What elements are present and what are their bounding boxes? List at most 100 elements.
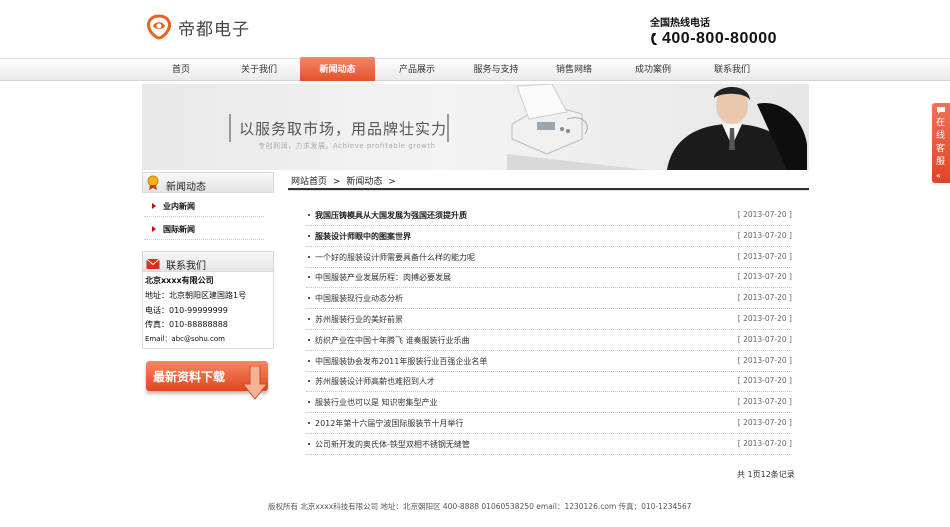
nav-item-home[interactable]: 首页 xyxy=(150,59,212,81)
contact-fax: 传真：010-88888888 xyxy=(145,320,228,329)
news-row[interactable]: 中国服装协会发布2011年服装行业百强企业名单 [ 2013-07-20 ] xyxy=(306,351,792,372)
sidebar-news-title: 新闻动态 xyxy=(166,182,206,193)
news-date: [ 2013-07-20 ] xyxy=(737,418,792,427)
contact-phone: 电话：010-99999999 xyxy=(145,306,228,315)
news-date: [ 2013-07-20 ] xyxy=(737,438,792,448)
main-nav: 首页 关于我们 新闻动态 产品展示 服务与支持 销售网络 成功案例 联系我们 xyxy=(0,57,950,81)
nav-item-sales[interactable]: 销售网络 xyxy=(540,59,608,81)
bullet-icon xyxy=(308,318,310,320)
nav-item-about[interactable]: 关于我们 xyxy=(225,59,293,81)
bullet-icon xyxy=(308,338,310,341)
bullet-icon xyxy=(308,359,310,362)
banner-subtitle: 专创利润，力求发展。Achieve profitable growth xyxy=(258,142,436,150)
news-row[interactable]: 服装行业也可以是 知识密集型产业 [ 2013-07-20 ] xyxy=(306,392,792,414)
phone-icon xyxy=(651,33,657,45)
businessman-photo xyxy=(507,84,807,170)
sidebar-contact-header: 联系我们 xyxy=(142,251,274,272)
news-date: [ 2013-07-20 ] xyxy=(737,334,792,344)
contact-company: 北京xxxx有限公司 xyxy=(145,276,214,285)
news-row[interactable]: 苏州服装设计师高薪也难招到人才 [ 2013-07-20 ] xyxy=(306,371,792,393)
hotline-number: 400-800-80000 xyxy=(662,30,778,47)
news-date: [ 2013-07-20 ] xyxy=(737,230,792,240)
nav-item-support[interactable]: 服务与支持 xyxy=(460,59,532,81)
chat-icon xyxy=(937,107,945,114)
sidebar-contact-title: 联系我们 xyxy=(166,261,206,272)
download-button-label: 最新资料下载 xyxy=(153,370,226,384)
news-title[interactable]: 苏州服装行业的美好前景 xyxy=(315,314,403,325)
online-service-tab[interactable]: 在线客服 « xyxy=(932,103,950,183)
nav-item-cases[interactable]: 成功案例 xyxy=(619,59,687,81)
news-date: [ 2013-07-20 ] xyxy=(737,376,792,386)
medal-icon xyxy=(147,175,159,190)
news-date: [ 2013-07-20 ] xyxy=(737,293,792,303)
news-date: [ 2013-07-20 ] xyxy=(737,210,792,219)
news-title[interactable]: 服装设计师眼中的图案世界 xyxy=(315,231,411,242)
nav-item-products[interactable]: 产品展示 xyxy=(383,59,451,81)
bullet-icon xyxy=(308,442,310,445)
sidebar-item-label: 国际新闻 xyxy=(163,225,195,234)
double-chevron-icon: « xyxy=(936,171,941,180)
nav-item-contact[interactable]: 联系我们 xyxy=(698,59,766,81)
news-row[interactable]: 中国服装现行业动态分析 [ 2013-07-20 ] xyxy=(306,288,792,310)
bullet-icon xyxy=(308,276,310,279)
news-title[interactable]: 中国服装协会发布2011年服装行业百强企业名单 xyxy=(315,356,487,367)
news-date: [ 2013-07-20 ] xyxy=(737,251,792,261)
news-date: [ 2013-07-20 ] xyxy=(737,355,792,365)
banner-slogan: 以服务取市场，用品牌壮实力 xyxy=(239,120,448,138)
bullet-icon xyxy=(308,297,310,300)
banner: 以服务取市场，用品牌壮实力 专创利润，力求发展。Achieve profitab… xyxy=(142,84,809,170)
logo-text: 帝都电子 xyxy=(178,19,250,40)
news-title[interactable]: 我国压铸模具从大国发展为强国还须提升质 xyxy=(315,210,467,221)
news-title[interactable]: 公司新开发的奥氏体-铁型双相不锈钢无缝管 xyxy=(315,439,470,450)
news-date: [ 2013-07-20 ] xyxy=(737,272,792,282)
news-title[interactable]: 2012年第十六届宁波国际服装节十月举行 xyxy=(315,418,463,429)
logo[interactable]: 帝都电子 xyxy=(144,13,250,41)
news-row[interactable]: 服装设计师眼中的图案世界 [ 2013-07-20 ] xyxy=(306,226,792,247)
news-title[interactable]: 一个好的服装设计师需要具备什么样的能力呢 xyxy=(315,252,475,263)
news-row[interactable]: 苏州服装行业的美好前景 [ 2013-07-20 ] xyxy=(306,309,792,330)
hotline-label: 全国热线电话 xyxy=(650,18,710,29)
breadcrumb-current[interactable]: 新闻动态 xyxy=(346,177,382,187)
online-service-label: 在线客服 xyxy=(936,118,946,167)
arrow-icon xyxy=(152,203,156,209)
arrow-icon xyxy=(152,226,156,232)
envelope-icon xyxy=(146,258,160,269)
sidebar-item-label: 业内新闻 xyxy=(163,202,195,211)
pager-info: 共 1页12条记录 xyxy=(737,470,795,479)
breadcrumb-separator: > xyxy=(332,177,341,187)
news-row[interactable]: 纺织产业在中国十年腾飞 谁奏服装行业乐曲 [ 2013-07-20 ] xyxy=(306,330,792,351)
logo-icon xyxy=(147,14,171,40)
bullet-icon xyxy=(308,380,310,383)
bullet-icon xyxy=(308,234,310,237)
breadcrumb-home[interactable]: 网站首页 xyxy=(291,177,327,187)
footer-copyright: 版权所有 北京xxxx科技有限公司 地址：北京朝阳区 400-8888 0106… xyxy=(268,502,692,511)
download-button[interactable]: 最新资料下载 xyxy=(146,361,271,400)
bullet-icon xyxy=(308,214,310,216)
news-row[interactable]: 一个好的服装设计师需要具备什么样的能力呢 [ 2013-07-20 ] xyxy=(306,247,792,268)
bullet-icon xyxy=(308,401,310,404)
news-title[interactable]: 纺织产业在中国十年腾飞 谁奏服装行业乐曲 xyxy=(315,335,470,346)
news-title[interactable]: 苏州服装设计师高薪也难招到人才 xyxy=(315,376,435,387)
news-title[interactable]: 中国服装现行业动态分析 xyxy=(315,293,403,304)
news-row[interactable]: 中国服装产业发展历程：肉搏必要发展 [ 2013-07-20 ] xyxy=(306,267,792,289)
news-date: [ 2013-07-20 ] xyxy=(737,314,792,323)
news-title[interactable]: 服装行业也可以是 知识密集型产业 xyxy=(315,397,438,408)
bullet-icon xyxy=(308,255,310,258)
sidebar-item-international-news[interactable]: 国际新闻 xyxy=(144,219,264,240)
news-row[interactable]: 公司新开发的奥氏体-铁型双相不锈钢无缝管 [ 2013-07-20 ] xyxy=(306,434,792,455)
contact-email[interactable]: Email：abc@sohu.com xyxy=(145,334,225,344)
contact-address: 地址：北京朝阳区建国路1号 xyxy=(145,291,247,300)
sidebar-news-header: 新闻动态 xyxy=(142,172,274,193)
breadcrumb-separator: > xyxy=(388,177,396,187)
nav-item-news[interactable]: 新闻动态 xyxy=(300,57,375,81)
news-row[interactable]: 2012年第十六届宁波国际服装节十月举行 [ 2013-07-20 ] xyxy=(306,413,792,434)
hotline: 全国热线电话 400-800-80000 xyxy=(650,14,777,48)
news-title[interactable]: 中国服装产业发展历程：肉搏必要发展 xyxy=(315,272,451,283)
breadcrumb-divider-light xyxy=(288,190,809,191)
news-date: [ 2013-07-20 ] xyxy=(737,397,792,407)
download-arrow-icon xyxy=(242,366,268,400)
breadcrumb: 网站首页 > 新闻动态 > xyxy=(291,174,399,187)
news-row[interactable]: 我国压铸模具从大国发展为强国还须提升质 [ 2013-07-20 ] xyxy=(306,205,792,226)
bullet-icon xyxy=(308,422,310,424)
sidebar-item-industry-news[interactable]: 业内新闻 xyxy=(144,196,264,217)
